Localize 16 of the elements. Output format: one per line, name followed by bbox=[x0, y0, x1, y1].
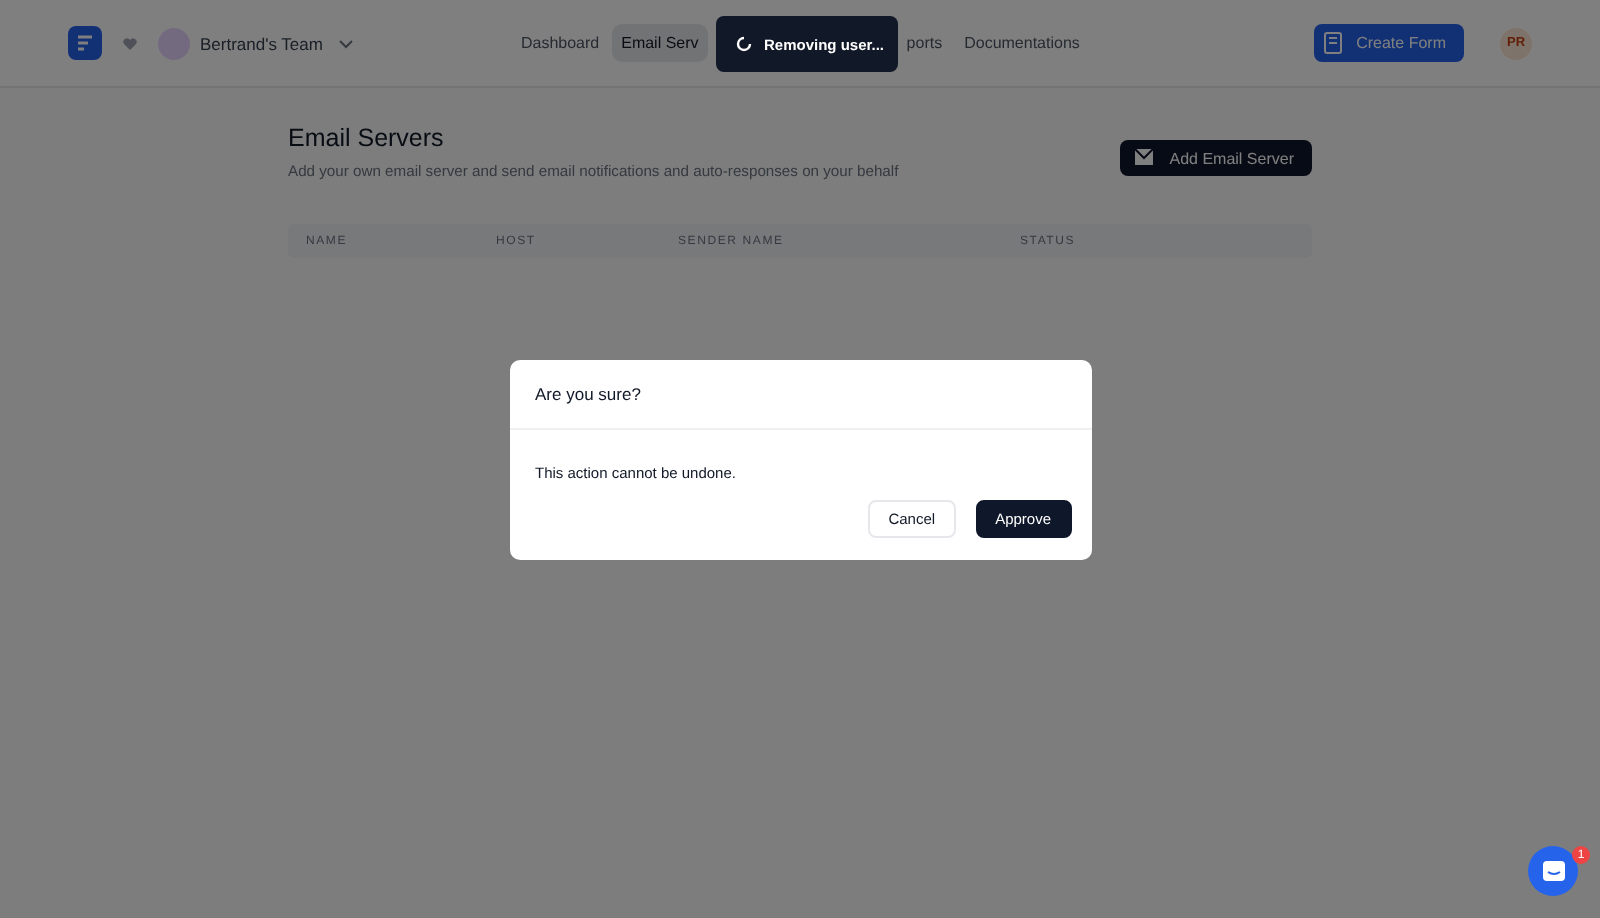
chevron-down-icon[interactable] bbox=[338, 35, 355, 51]
chat-icon bbox=[1541, 860, 1565, 882]
spinner-icon bbox=[736, 36, 752, 52]
nav-tab[interactable]: Dashboard bbox=[510, 24, 610, 62]
create-form-button[interactable]: Create Form bbox=[1314, 24, 1464, 62]
page-title: Email Servers bbox=[288, 124, 446, 152]
app-logo-icon[interactable] bbox=[68, 26, 102, 60]
chat-button[interactable] bbox=[1528, 846, 1578, 896]
add-email-server-button[interactable]: Add Email Server bbox=[1119, 140, 1312, 176]
form-icon bbox=[1324, 32, 1345, 54]
team-name[interactable]: Bertrand's Team bbox=[200, 33, 323, 53]
nav-tab[interactable]: Documentations bbox=[954, 24, 1090, 62]
nav-tab[interactable]: Email Serv bbox=[611, 24, 709, 62]
heart-icon[interactable] bbox=[122, 35, 138, 51]
dialog-title: Are you sure? bbox=[509, 359, 1091, 429]
nav-tab[interactable]: ports bbox=[896, 24, 953, 62]
